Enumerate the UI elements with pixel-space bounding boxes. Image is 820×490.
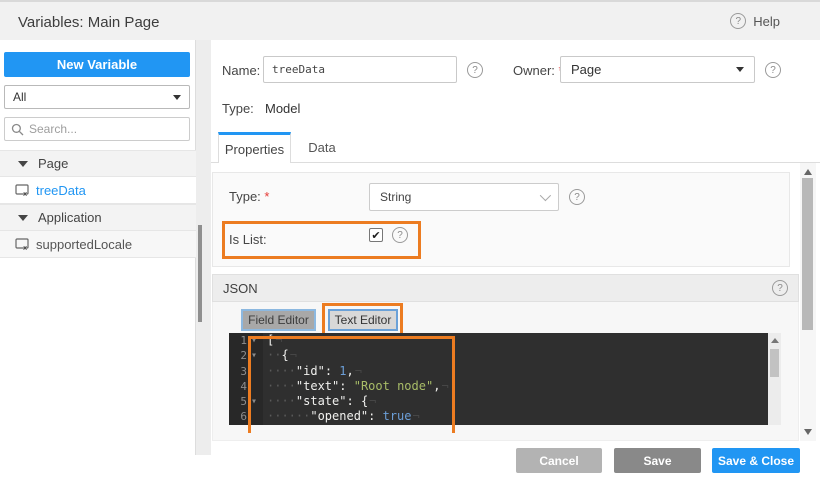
type-help-icon[interactable]: [569, 189, 585, 205]
tab-data[interactable]: Data: [291, 132, 353, 163]
code-line[interactable]: ······"opened": true¬: [267, 409, 768, 424]
code-line[interactable]: ····"id": 1,¬: [267, 364, 768, 379]
field-editor-button[interactable]: Field Editor: [241, 309, 316, 331]
tab-strip: Properties Data: [211, 132, 820, 163]
tree-group-page[interactable]: Page: [0, 150, 196, 177]
filter-dropdown-value: All: [13, 90, 26, 104]
fold-triangle-icon: ▾: [247, 394, 261, 409]
page-title: Variables: Main Page: [18, 14, 159, 31]
name-label: Name: *: [222, 63, 269, 78]
new-variable-button[interactable]: New Variable: [4, 52, 190, 77]
sidebar-scrollbar-thumb[interactable]: [198, 225, 202, 322]
save-button[interactable]: Save: [614, 448, 701, 473]
tree-item-label: supportedLocale: [36, 237, 132, 252]
fold-triangle-icon: ▾: [247, 333, 261, 348]
gutter-line[interactable]: 4: [229, 379, 263, 394]
code-gutter: 1▾2▾345▾6: [229, 333, 263, 425]
owner-help-icon[interactable]: [765, 62, 781, 78]
code-lines[interactable]: [¬··{¬····"id": 1,¬····"text": "Root nod…: [263, 333, 768, 425]
tree-group-application[interactable]: Application: [0, 204, 196, 231]
chevron-down-icon: [736, 67, 744, 72]
cancel-button[interactable]: Cancel: [516, 448, 602, 473]
gutter-line[interactable]: 1▾: [229, 333, 263, 348]
help-link[interactable]: Help: [730, 13, 780, 29]
help-icon: [730, 13, 746, 29]
svg-text:x: x: [23, 190, 27, 197]
search-input[interactable]: Search...: [4, 117, 190, 141]
json-code-editor[interactable]: 1▾2▾345▾6 [¬··{¬····"id": 1,¬····"text":…: [229, 333, 768, 425]
type-select-value: String: [380, 190, 411, 204]
code-line[interactable]: ····"state": {¬: [267, 394, 768, 409]
search-icon: [11, 123, 24, 136]
dialog-header: Variables: Main Page Help: [0, 0, 820, 40]
svg-text:x: x: [23, 244, 27, 251]
tree-group-label: Application: [38, 210, 102, 225]
owner-label: Owner: *: [513, 63, 564, 78]
code-line[interactable]: ····"text": "Root node",¬: [267, 379, 768, 394]
json-section-title: JSON: [223, 281, 258, 296]
required-marker: *: [264, 189, 269, 204]
gutter-line[interactable]: 3: [229, 364, 263, 379]
gutter-line[interactable]: 5▾: [229, 394, 263, 409]
is-list-help-icon[interactable]: [392, 227, 408, 243]
variable-detail-panel: Name: * Owner: * Page Type: Model Proper…: [211, 40, 820, 455]
variable-icon: x: [15, 238, 30, 251]
json-editor-panel: Field Editor Text Editor 1▾2▾345▾6 [¬··{…: [212, 302, 799, 441]
tab-properties[interactable]: Properties: [218, 132, 291, 163]
is-list-checkbox[interactable]: [369, 228, 383, 242]
type-value: Model: [265, 101, 300, 116]
tree-item-label: treeData: [36, 183, 86, 198]
scroll-down-icon[interactable]: [804, 429, 812, 435]
help-label: Help: [753, 14, 780, 29]
fold-triangle-icon: ▾: [247, 348, 261, 363]
is-list-label: Is List:: [229, 232, 267, 247]
type-label: Type:: [222, 101, 254, 116]
collapse-triangle-icon: [18, 215, 28, 221]
code-line[interactable]: ··{¬: [267, 348, 768, 363]
json-section-header: JSON: [212, 274, 799, 302]
properties-type-label: Type: *: [229, 189, 269, 204]
chevron-down-icon: [173, 95, 181, 100]
tree-group-label: Page: [38, 156, 68, 171]
json-help-icon[interactable]: [772, 280, 788, 296]
owner-dropdown[interactable]: Page: [560, 56, 755, 83]
sidebar-scrollbar[interactable]: [196, 40, 211, 455]
variables-dialog: Variables: Main Page Help New Variable A…: [0, 0, 820, 490]
variables-tree: Page x treeData Application: [0, 150, 196, 258]
name-help-icon[interactable]: [467, 62, 483, 78]
tree-item-treedata[interactable]: x treeData: [0, 177, 196, 204]
search-placeholder: Search...: [29, 122, 77, 136]
scroll-up-icon[interactable]: [771, 338, 779, 343]
editor-scrollbar[interactable]: [768, 333, 781, 425]
content-scrollbar-thumb[interactable]: [802, 178, 813, 330]
content-scrollbar[interactable]: [800, 163, 816, 441]
gutter-line[interactable]: 6: [229, 409, 263, 424]
gutter-line[interactable]: 2▾: [229, 348, 263, 363]
tree-item-supportedlocale[interactable]: x supportedLocale: [0, 231, 196, 258]
scroll-up-icon[interactable]: [804, 169, 812, 175]
variables-sidebar: New Variable All Search... Page x: [0, 40, 196, 455]
text-editor-button[interactable]: Text Editor: [328, 309, 398, 331]
owner-dropdown-value: Page: [571, 62, 601, 77]
properties-panel: Type: * String Is List:: [212, 172, 790, 267]
type-select[interactable]: String: [369, 183, 559, 211]
variable-icon: x: [15, 184, 30, 197]
chevron-down-icon: [540, 190, 551, 201]
filter-dropdown[interactable]: All: [4, 85, 190, 109]
collapse-triangle-icon: [18, 161, 28, 167]
editor-scrollbar-thumb[interactable]: [770, 349, 779, 377]
save-and-close-button[interactable]: Save & Close: [712, 448, 800, 473]
name-input[interactable]: [263, 56, 457, 83]
code-line[interactable]: [¬: [267, 333, 768, 348]
